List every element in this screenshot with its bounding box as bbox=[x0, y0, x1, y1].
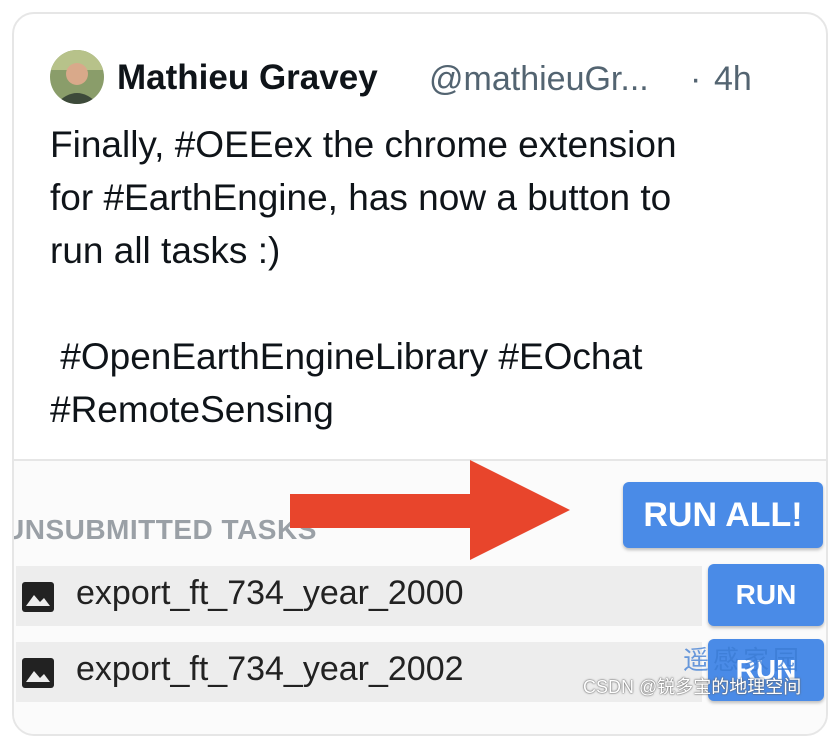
task-name: export_ft_734_year_2002 bbox=[76, 650, 464, 688]
run-task-button[interactable]: RUN bbox=[708, 564, 824, 626]
tweet-text-line: #RemoteSensing bbox=[50, 389, 334, 430]
run-all-button[interactable]: RUN ALL! bbox=[623, 482, 823, 548]
task-name: export_ft_734_year_2000 bbox=[76, 574, 464, 612]
red-arrow-icon bbox=[290, 460, 570, 560]
timestamp[interactable]: 4h bbox=[714, 60, 752, 99]
tasks-section-title-text: UNSUBMITTED TASKS bbox=[12, 514, 317, 545]
avatar[interactable] bbox=[50, 50, 104, 104]
watermark-stamp: 遥感家园 bbox=[683, 646, 804, 676]
tasks-section-title: UNSUBMITTED TASKS bbox=[14, 514, 317, 546]
tweet-text-line: run all tasks :) bbox=[50, 230, 281, 271]
author-name[interactable]: Mathieu Gravey bbox=[117, 58, 378, 98]
watermark-csdn: CSDN @锐多宝的地理空间 bbox=[583, 677, 802, 697]
tweet-card[interactable]: Mathieu Gravey @mathieuGr... · 4h Finall… bbox=[12, 12, 828, 736]
image-icon bbox=[22, 582, 54, 612]
author-handle[interactable]: @mathieuGr... bbox=[429, 60, 649, 99]
task-row[interactable]: export_ft_734_year_2000 bbox=[16, 566, 702, 626]
image-icon bbox=[22, 658, 54, 688]
separator-dot: · bbox=[690, 60, 702, 98]
tweet-text-line: Finally, #OEEex the chrome extension bbox=[50, 124, 677, 165]
tweet-text-line: for #EarthEngine, has now a button to bbox=[50, 177, 672, 218]
tweet-text-line: #OpenEarthEngineLibrary #EOchat bbox=[50, 336, 643, 377]
